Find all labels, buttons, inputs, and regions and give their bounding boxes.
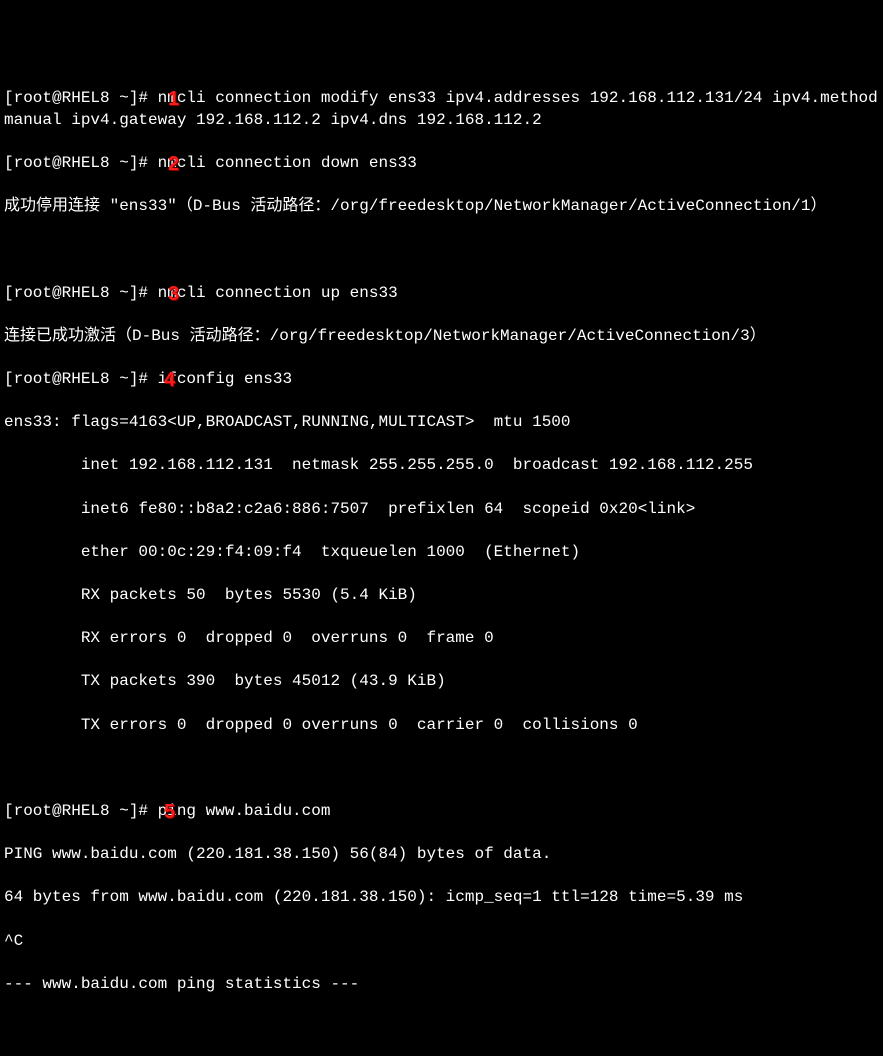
ifconfig-output: ether 00:0c:29:f4:09:f4 txqueuelen 1000 … — [4, 542, 879, 564]
prompt: [root@RHEL8 ~]# — [4, 802, 158, 820]
command-text: ping www.baidu.com — [158, 802, 331, 820]
ifconfig-output: inet6 fe80::b8a2:c2a6:886:7507 prefixlen… — [4, 499, 879, 521]
cmd-line-1[interactable]: 1[root@RHEL8 ~]# nmcli connection modify… — [4, 88, 879, 131]
command-text: ifconfig ens33 — [158, 370, 292, 388]
prompt: [root@RHEL8 ~]# — [4, 89, 158, 107]
ifconfig-output: RX packets 50 bytes 5530 (5.4 KiB) — [4, 585, 879, 607]
output-down: 成功停用连接 "ens33"（D-Bus 活动路径：/org/freedeskt… — [4, 196, 879, 218]
ping-ctrlc: ^C — [4, 931, 879, 953]
ifconfig-output: RX errors 0 dropped 0 overruns 0 frame 0 — [4, 628, 879, 650]
command-text: nmcli connection down ens33 — [158, 154, 417, 172]
cmd-line-2[interactable]: 2[root@RHEL8 ~]# nmcli connection down e… — [4, 153, 879, 175]
ifconfig-output: ens33: flags=4163<UP,BROADCAST,RUNNING,M… — [4, 412, 879, 434]
prompt: [root@RHEL8 ~]# — [4, 154, 158, 172]
ifconfig-output: inet 192.168.112.131 netmask 255.255.255… — [4, 455, 879, 477]
blank-line — [4, 758, 879, 780]
ping-stats: --- www.baidu.com ping statistics --- — [4, 974, 879, 996]
cmd-line-5[interactable]: 5[root@RHEL8 ~]# ping www.baidu.com — [4, 801, 879, 823]
prompt: [root@RHEL8 ~]# — [4, 284, 158, 302]
cmd-line-4[interactable]: 4[root@RHEL8 ~]# ifconfig ens33 — [4, 369, 879, 391]
ping-output: PING www.baidu.com (220.181.38.150) 56(8… — [4, 844, 879, 866]
ping-output: 64 bytes from www.baidu.com (220.181.38.… — [4, 887, 879, 909]
ifconfig-output: TX errors 0 dropped 0 overruns 0 carrier… — [4, 715, 879, 737]
ifconfig-output: TX packets 390 bytes 45012 (43.9 KiB) — [4, 671, 879, 693]
cmd-line-3[interactable]: 3[root@RHEL8 ~]# nmcli connection up ens… — [4, 283, 879, 305]
prompt: [root@RHEL8 ~]# — [4, 370, 158, 388]
blank-line — [4, 240, 879, 262]
command-text: nmcli connection up ens33 — [158, 284, 398, 302]
output-up: 连接已成功激活（D-Bus 活动路径：/org/freedesktop/Netw… — [4, 326, 879, 348]
